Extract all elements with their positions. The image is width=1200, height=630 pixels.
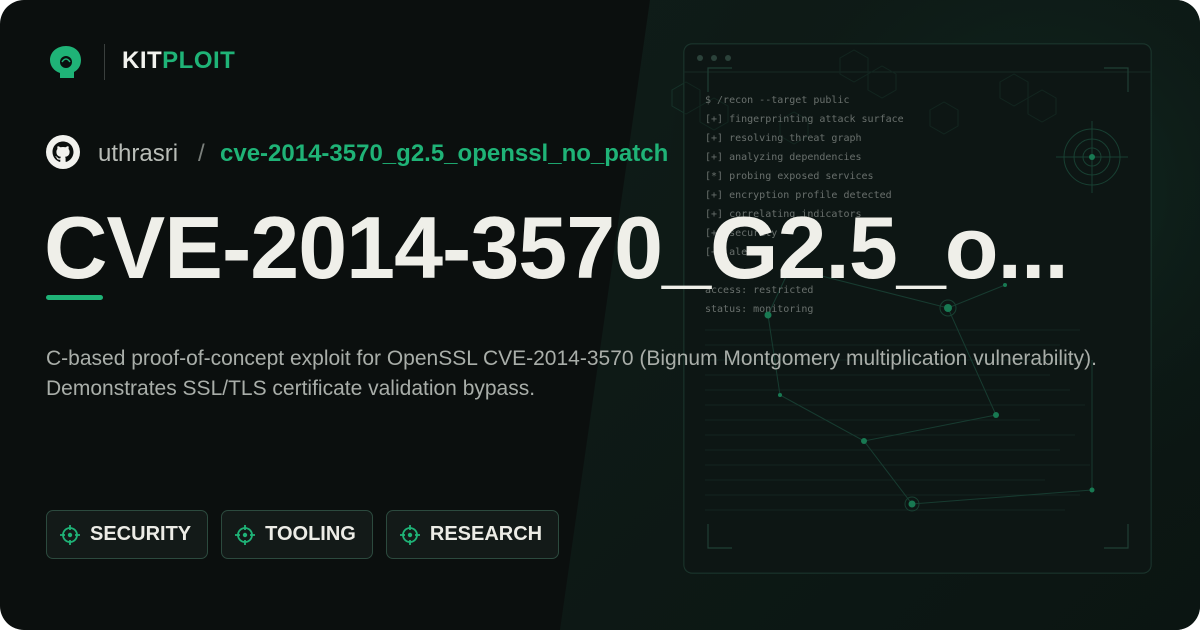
github-icon xyxy=(46,135,80,169)
repo-description: C-based proof-of-concept exploit for Ope… xyxy=(46,347,1097,400)
page-title: CVE-2014-3570_G2.5_o... xyxy=(44,198,1069,297)
tag-research[interactable]: RESEARCH xyxy=(385,510,560,559)
repo-separator: / xyxy=(198,140,205,167)
repo-name-link[interactable]: cve-2014-3570_g2.5_openssl_no_patch xyxy=(220,140,668,168)
social-card: $ /recon --target public [+] fingerprint… xyxy=(0,0,1200,630)
crosshair-icon xyxy=(235,524,256,545)
tag-tooling[interactable]: TOOLING xyxy=(221,510,373,559)
brand-name-part2: PLOIT xyxy=(162,47,236,74)
title-underline xyxy=(46,295,103,300)
tag-security[interactable]: SECURITY xyxy=(46,510,209,559)
tag-label: SECURITY xyxy=(90,523,192,545)
tag-label: TOOLING xyxy=(265,523,356,545)
repo-owner[interactable]: uthrasri xyxy=(98,140,178,168)
crosshair-icon xyxy=(60,524,80,545)
brand-name-part1: KIT xyxy=(122,47,163,74)
brand-name[interactable]: KITPLOIT xyxy=(122,47,235,75)
tag-list: SECURITY TOOLING RESEARCH xyxy=(46,510,560,559)
brand-divider xyxy=(104,44,105,80)
tag-label: RESEARCH xyxy=(429,523,543,545)
kitploit-logo-icon[interactable] xyxy=(46,42,86,82)
crosshair-icon xyxy=(399,524,420,545)
